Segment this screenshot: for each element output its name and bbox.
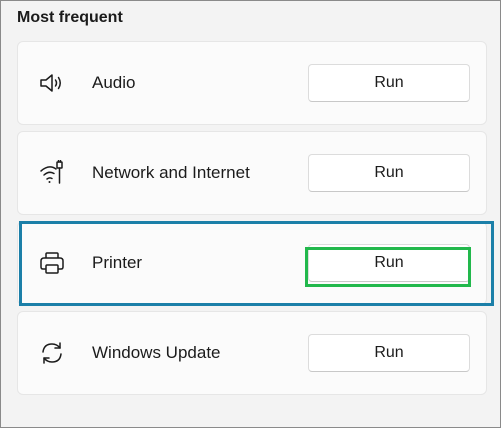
network-icon	[38, 159, 66, 187]
troubleshooter-item-audio: Audio Run	[17, 41, 487, 125]
printer-icon	[38, 249, 66, 277]
item-label-network: Network and Internet	[92, 163, 250, 182]
run-button-printer[interactable]: Run	[308, 244, 470, 282]
run-button-network[interactable]: Run	[308, 154, 470, 192]
troubleshooter-panel: Most frequent Audio Run Network and Inte…	[0, 0, 501, 428]
sync-icon	[38, 339, 66, 367]
item-label-printer: Printer	[92, 253, 143, 272]
item-label-windows-update: Windows Update	[92, 343, 221, 362]
run-button-windows-update[interactable]: Run	[308, 334, 470, 372]
section-title: Most frequent	[17, 9, 123, 26]
troubleshooter-item-windows-update: Windows Update Run	[17, 311, 487, 395]
troubleshooter-item-printer: Printer Run	[17, 221, 487, 305]
run-button-audio[interactable]: Run	[308, 64, 470, 102]
speaker-icon	[38, 69, 66, 97]
item-label-audio: Audio	[92, 73, 136, 92]
troubleshooter-item-network: Network and Internet Run	[17, 131, 487, 215]
